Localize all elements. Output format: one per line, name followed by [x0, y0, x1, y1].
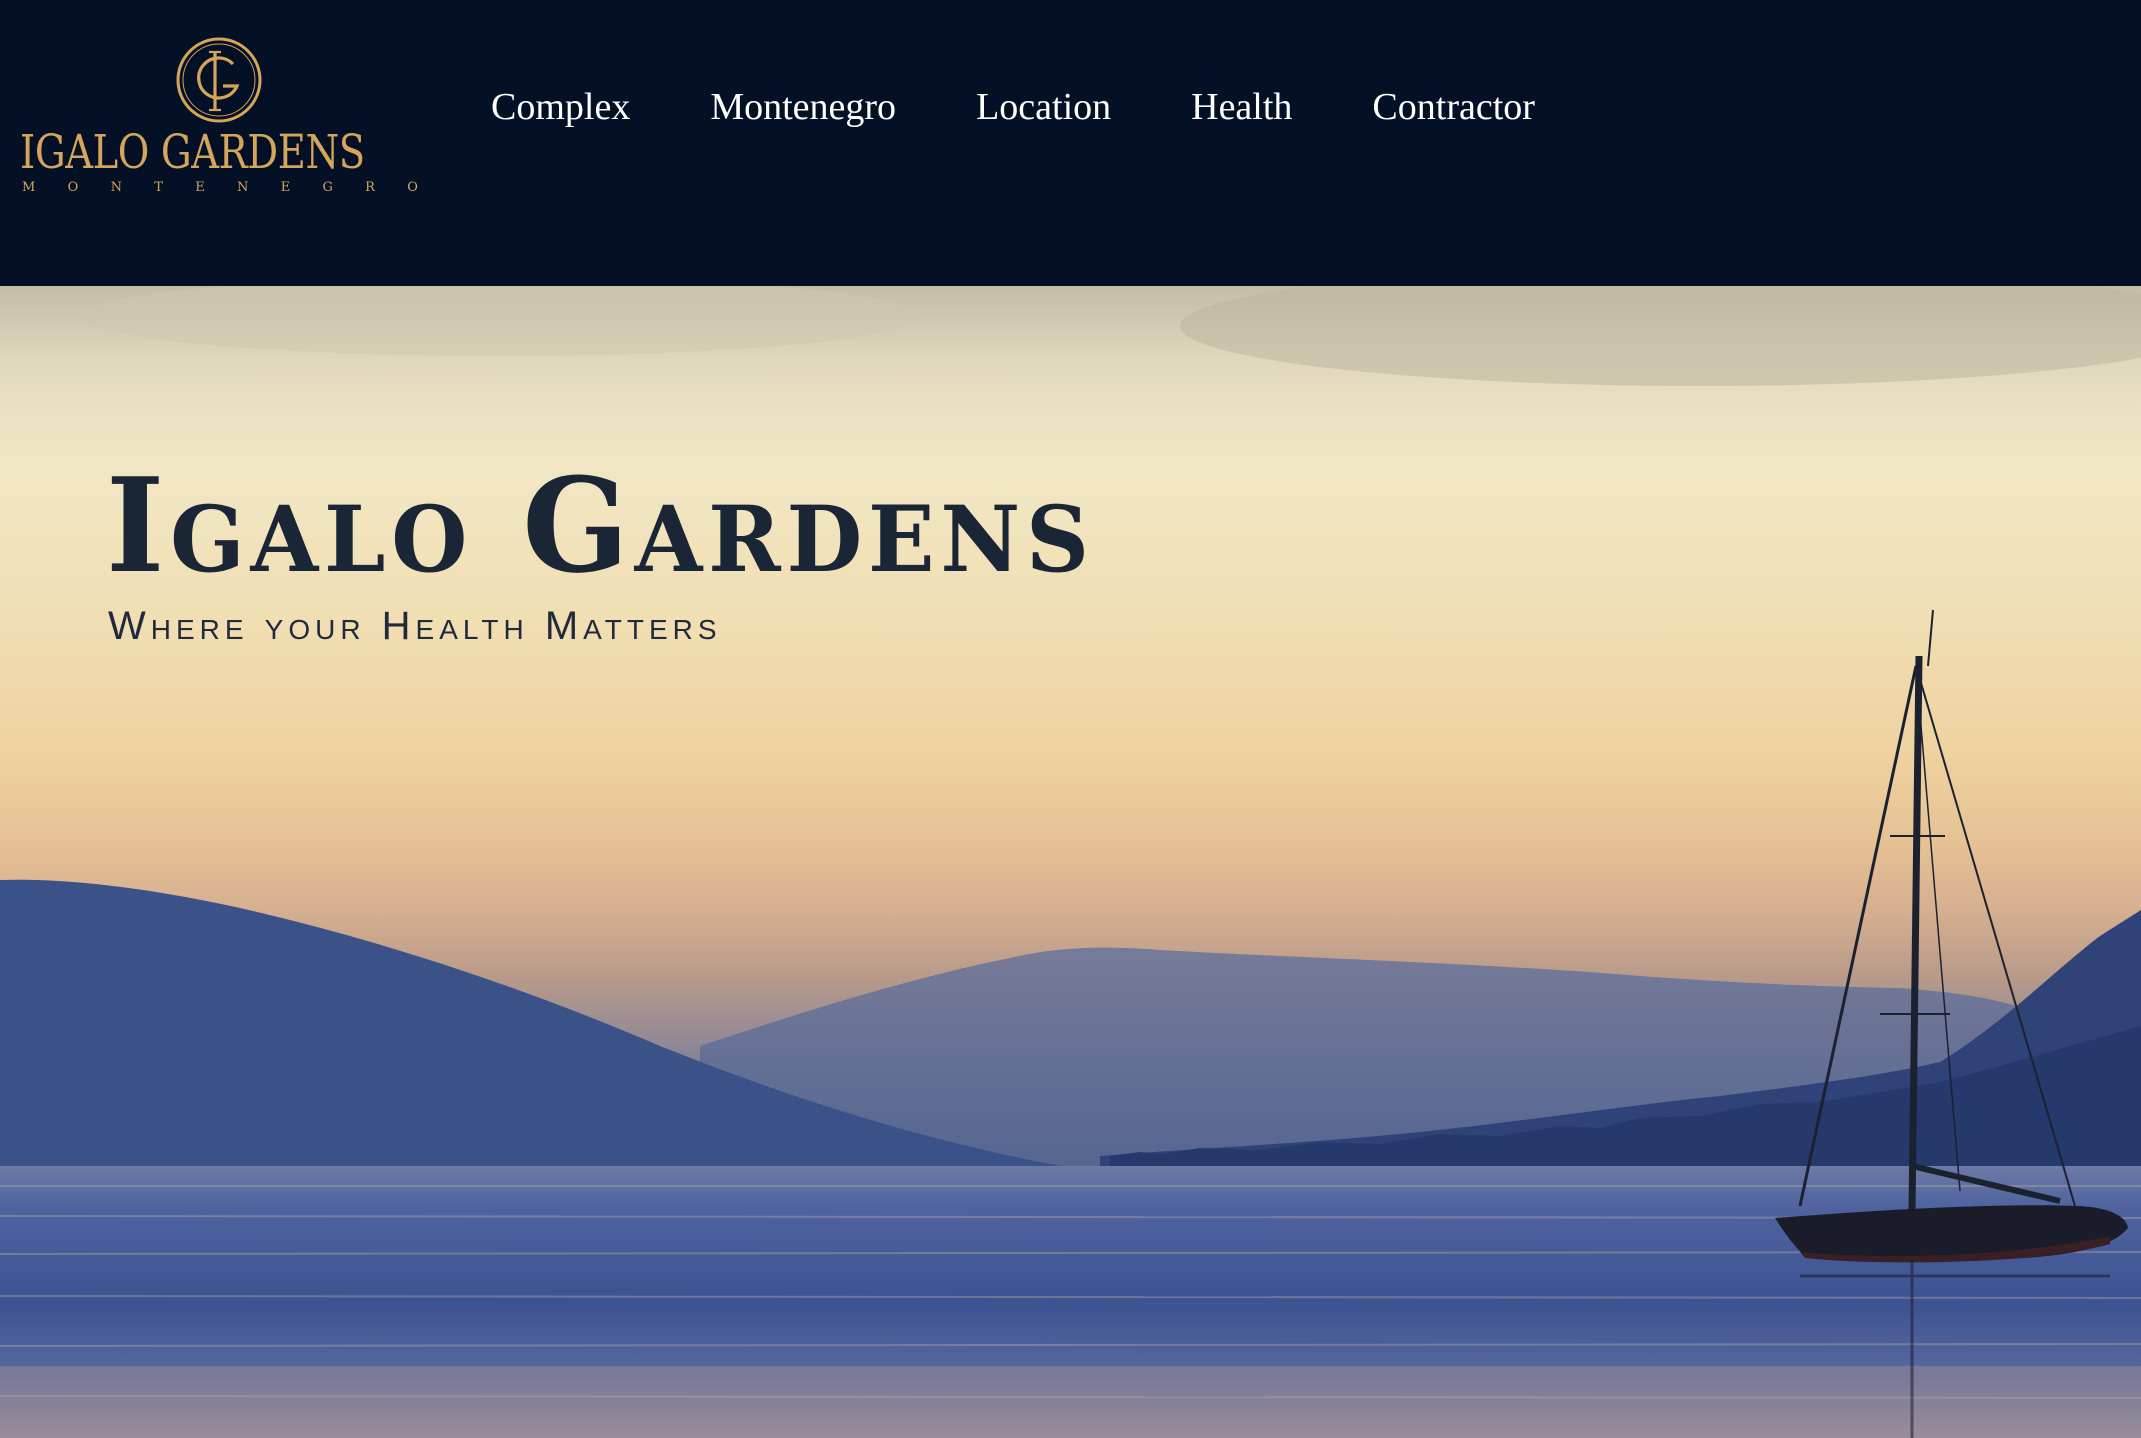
site-header: IGALO GARDENS M O N T E N E G R O Complex Montene… — [0, 0, 2141, 286]
logo-subline-letter: T — [154, 180, 163, 195]
nav-item-montenegro[interactable]: Montenegro — [710, 82, 896, 132]
logo-subline-letter: E — [195, 180, 205, 195]
hero-title: Igalo Gardens — [106, 449, 1095, 602]
logo-subline-letter: R — [365, 180, 375, 195]
main-nav: Complex Montenegro Location Health Contr… — [491, 82, 1535, 132]
logo-subline-letter: O — [67, 180, 79, 195]
logo-subline-letter: N — [110, 180, 122, 195]
hero-banner: Igalo Gardens Where your Health Matters — [0, 286, 2141, 1438]
logo-subline-letter: O — [407, 180, 418, 195]
page: IGALO GARDENS M O N T E N E G R O Complex Montene… — [0, 0, 2141, 1438]
site-logo[interactable]: IGALO GARDENS M O N T E N E G R O — [20, 36, 420, 198]
hero-subtitle: Where your Health Matters — [108, 604, 722, 648]
nav-item-health[interactable]: Health — [1191, 82, 1292, 132]
nav-item-location[interactable]: Location — [976, 82, 1111, 132]
nav-item-contractor[interactable]: Contractor — [1372, 82, 1535, 132]
logo-wordmark: IGALO GARDENS — [20, 125, 365, 180]
logo-subline-letter: G — [322, 180, 333, 195]
logo-subline-letter: M — [22, 180, 36, 195]
logo-subline: MONTENEGRO — [20, 180, 420, 196]
nav-item-complex[interactable]: Complex — [491, 82, 630, 132]
logo-subline-letter: N — [237, 180, 249, 195]
logo-subline-letter: E — [280, 180, 291, 195]
ig-monogram-icon — [176, 37, 262, 123]
